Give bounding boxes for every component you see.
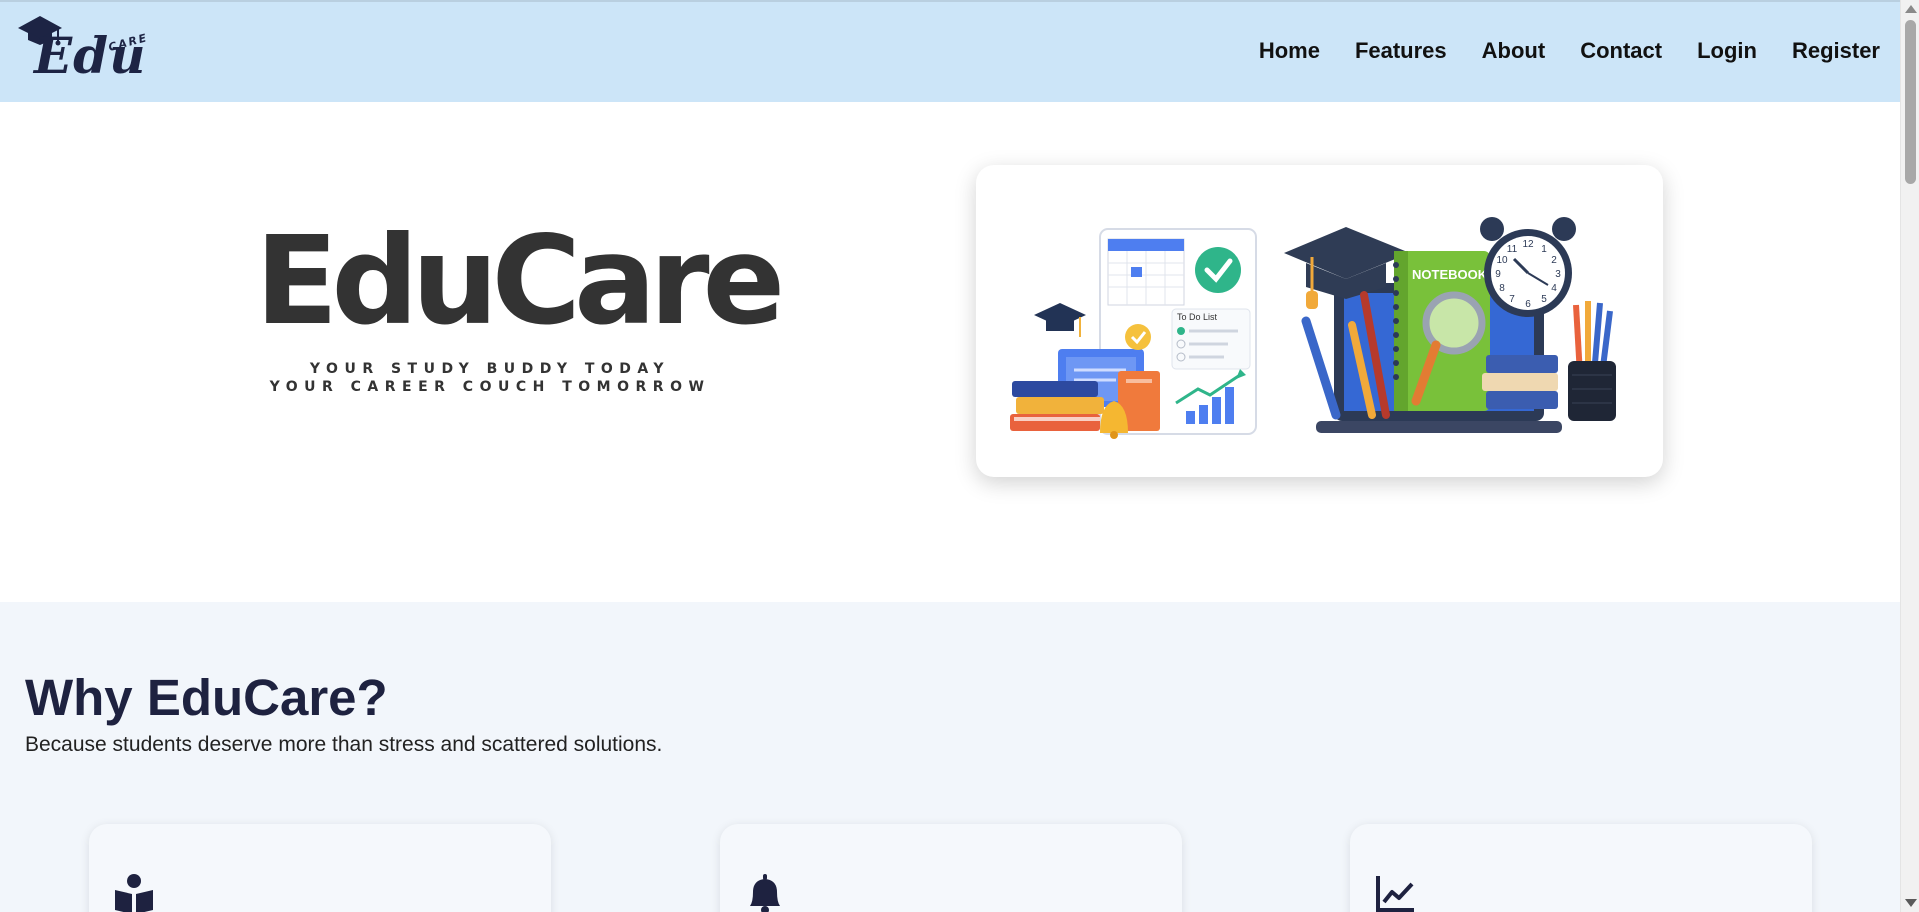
nav-home[interactable]: Home <box>1259 38 1320 64</box>
clock-num-2: 2 <box>1551 255 1557 266</box>
feature-card-3[interactable] <box>1350 824 1812 912</box>
tagline-line-1: YOUR STUDY BUDDY TODAY <box>309 361 671 377</box>
why-title: Why EduCare? <box>25 669 388 726</box>
study-illustration: To Do List NOTEBOOK 12 1 2 3 4 5 6 7 8 9… <box>1010 217 1616 439</box>
clock-num-9: 9 <box>1495 269 1501 280</box>
hero-illustration-card: To Do List NOTEBOOK 12 1 2 3 4 5 6 7 8 9… <box>976 165 1663 477</box>
clock-num-8: 8 <box>1499 283 1505 294</box>
nav-contact[interactable]: Contact <box>1580 38 1662 64</box>
scrollbar-thumb[interactable] <box>1905 20 1916 184</box>
clock-num-11: 11 <box>1507 244 1518 255</box>
navbar: Edu CARE Home Features About Contact Log… <box>0 0 1900 102</box>
hero-section: EduCare YOUR STUDY BUDDY TODAY YOUR CARE… <box>0 102 1900 602</box>
why-subtitle: Because students deserve more than stres… <box>25 733 663 756</box>
clock-num-10: 10 <box>1496 255 1508 266</box>
bell-icon <box>744 872 786 912</box>
clock-num-4: 4 <box>1551 283 1557 294</box>
clock-num-12: 12 <box>1522 239 1534 250</box>
notebook-label: NOTEBOOK <box>1412 267 1488 282</box>
logo[interactable]: Edu CARE <box>16 8 161 88</box>
clock-num-1: 1 <box>1541 244 1547 255</box>
feature-card-1[interactable] <box>89 824 551 912</box>
brand-title: EduCare <box>255 210 785 352</box>
clock-num-6: 6 <box>1525 299 1531 310</box>
nav-features[interactable]: Features <box>1355 38 1447 64</box>
chart-line-icon <box>1374 872 1416 912</box>
why-section: Why EduCare? Because students deserve mo… <box>0 602 1900 912</box>
page: Edu CARE Home Features About Contact Log… <box>0 0 1900 912</box>
book-reader-icon <box>113 872 155 912</box>
nav-about[interactable]: About <box>1482 38 1546 64</box>
clock-num-7: 7 <box>1509 294 1515 305</box>
scroll-down-arrow-icon[interactable] <box>1905 899 1917 907</box>
tagline-line-2: YOUR CAREER COUCH TOMORROW <box>269 379 711 395</box>
vertical-scrollbar[interactable] <box>1900 0 1919 912</box>
feature-card-2[interactable] <box>720 824 1182 912</box>
scroll-up-arrow-icon[interactable] <box>1905 5 1917 13</box>
clock-num-5: 5 <box>1541 294 1547 305</box>
nav-login[interactable]: Login <box>1697 38 1757 64</box>
clock-num-3: 3 <box>1555 269 1561 280</box>
nav-register[interactable]: Register <box>1792 38 1880 64</box>
todo-list-title: To Do List <box>1177 312 1218 322</box>
nav-menu: Home Features About Contact Login Regist… <box>1224 38 1880 64</box>
